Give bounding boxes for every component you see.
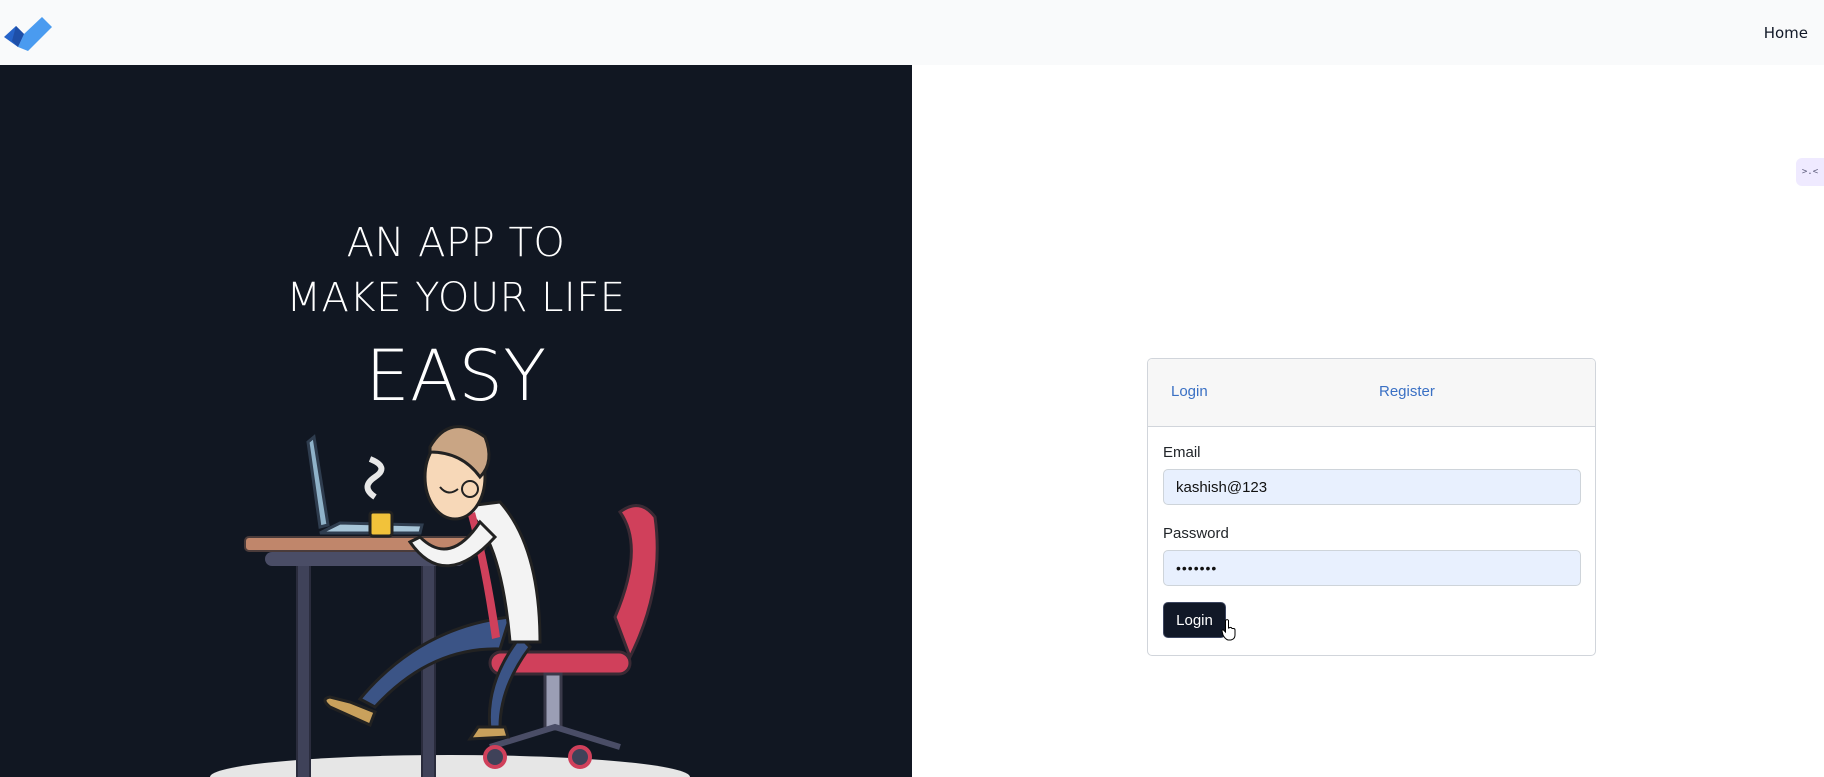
navbar: Home [0, 0, 1824, 65]
hero-line-2: MAKE YOUR LIFE [286, 275, 626, 321]
hero-panel: AN APP TO MAKE YOUR LIFE EASY [0, 65, 912, 777]
tab-login[interactable]: Login [1171, 383, 1208, 400]
hand-pointer-cursor-icon [1221, 619, 1236, 641]
login-submit-button[interactable]: Login [1163, 602, 1236, 641]
hero-line-3: EASY [365, 335, 547, 417]
login-card: Login Register Email kashish@123 Passwor… [1147, 358, 1596, 656]
hero-line-1: AN APP TO [346, 220, 566, 266]
login-form: Email kashish@123 Password ••••••• Login [1148, 427, 1595, 641]
brand-logo-link[interactable] [2, 13, 52, 53]
email-label: Email [1163, 444, 1201, 461]
auth-tabs: Login Register [1148, 359, 1595, 427]
man-at-desk-illustration [210, 425, 690, 777]
email-input[interactable]: kashish@123 [1163, 469, 1581, 505]
password-input[interactable]: ••••••• [1163, 550, 1581, 586]
login-submit-label: Login [1176, 611, 1213, 629]
checkmark-logo-icon [4, 16, 52, 51]
nav-home-link[interactable]: Home [1764, 24, 1808, 42]
extension-side-tab-icon[interactable]: >.< [1796, 158, 1824, 186]
password-label: Password [1163, 525, 1229, 542]
tab-register[interactable]: Register [1379, 383, 1435, 400]
